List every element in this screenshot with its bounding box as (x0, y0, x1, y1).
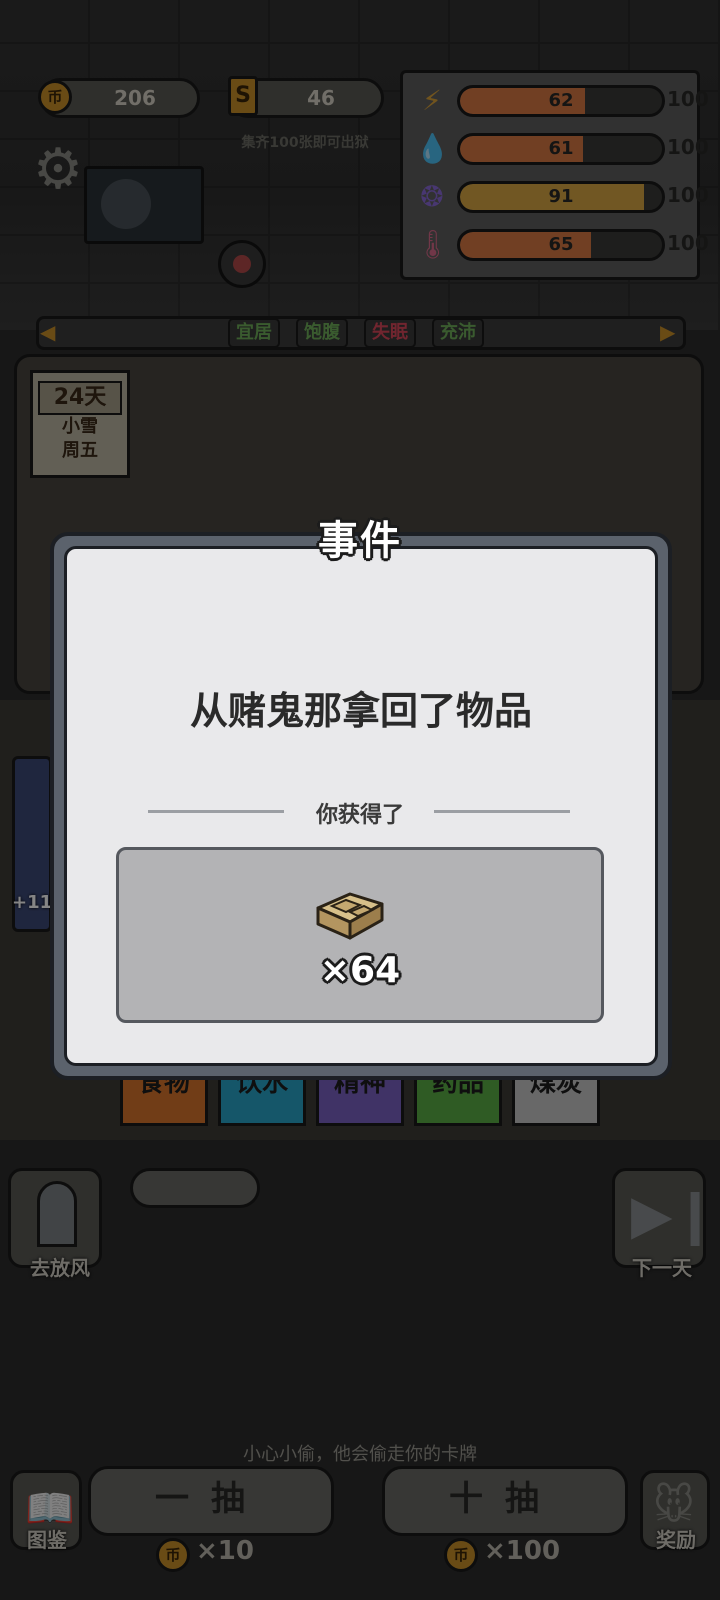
event-message: 从赌鬼那拿回了物品 (189, 689, 532, 733)
divider-right (434, 810, 570, 813)
event-modal-title: 事件 (318, 518, 402, 564)
coal-block-icon (316, 892, 384, 940)
divider-left (148, 810, 284, 813)
gained-label: 你获得了 (315, 803, 404, 828)
reward-quantity: ×64 (319, 950, 401, 991)
